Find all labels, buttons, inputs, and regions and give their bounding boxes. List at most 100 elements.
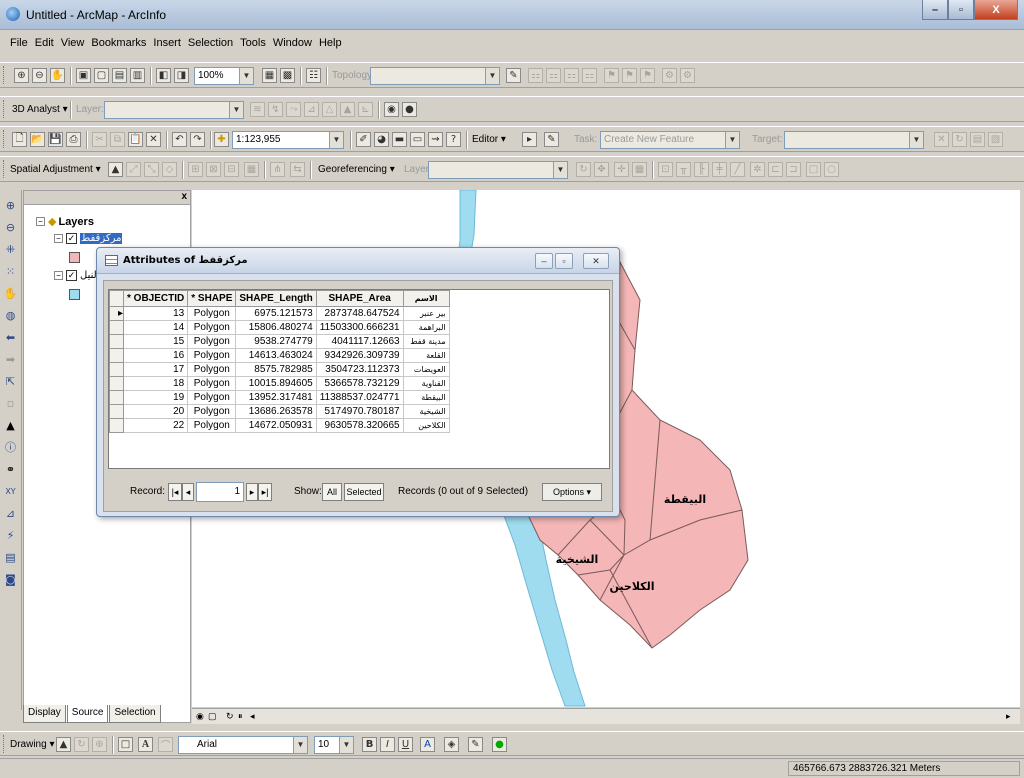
attribute-table[interactable]: * OBJECTID * SHAPE SHAPE_Length SHAPE_Ar… xyxy=(108,289,610,469)
toc-close-icon[interactable]: x xyxy=(181,191,187,202)
full-extent-globe-icon[interactable]: ◍ xyxy=(3,308,18,323)
rectangle-draw-icon[interactable]: □ xyxy=(118,737,133,752)
row-selector[interactable] xyxy=(109,348,124,363)
steepest-path-icon[interactable]: ↯ xyxy=(268,102,283,117)
scroll-left-icon[interactable]: ◂ xyxy=(250,711,255,722)
georeferencing-menu[interactable]: Georeferencing ▾ xyxy=(318,164,395,175)
target-combo[interactable]: ▼ xyxy=(784,131,924,149)
table-row[interactable]: 22 Polygon 14672.050931 9630578.320665 الكلا… xyxy=(109,418,450,433)
fill-color-icon[interactable]: ◈ xyxy=(444,737,459,752)
contour-icon[interactable]: ≋ xyxy=(250,102,265,117)
3d-analyst-menu[interactable]: 3D Analyst ▾ xyxy=(12,104,68,115)
drawing-menu[interactable]: Drawing ▾ xyxy=(10,739,54,750)
profile-graph-icon[interactable]: ⊾ xyxy=(358,102,373,117)
table-row[interactable]: 15 Polygon 9538.274779 4041117.12663 مدينة ق… xyxy=(109,334,450,349)
paste-icon[interactable]: 📋 xyxy=(128,132,143,147)
attributes-minimize-button[interactable]: – xyxy=(535,253,553,269)
tool-b-icon[interactable]: ╟ xyxy=(694,162,709,177)
zoom-in-fixed-icon[interactable]: ⊕ xyxy=(14,68,29,83)
topology-tool-3-icon[interactable]: ⚏ xyxy=(564,68,579,83)
whats-this-icon[interactable]: ? xyxy=(446,132,461,147)
shift-raster-icon[interactable]: ✥ xyxy=(594,162,609,177)
rectangle-icon[interactable]: □ xyxy=(806,162,821,177)
tool-c-icon[interactable]: ╪ xyxy=(712,162,727,177)
identify-icon[interactable]: ⓘ xyxy=(3,440,18,455)
menu-edit[interactable]: Edit xyxy=(35,37,54,49)
tool-a-icon[interactable]: ╥ xyxy=(676,162,691,177)
zoom-whole-page-icon[interactable]: ⊕ xyxy=(92,737,107,752)
layout-back-icon[interactable]: ◧ xyxy=(156,68,171,83)
rotate-icon[interactable]: ↻ xyxy=(74,737,89,752)
command-line-icon[interactable]: ▭ xyxy=(410,132,425,147)
toc-layers-root[interactable]: − ◆ Layers xyxy=(36,215,94,228)
layer-visibility-checkbox[interactable]: ✓ xyxy=(66,233,77,244)
tool-f-icon[interactable]: ⊏ xyxy=(768,162,783,177)
row-selector[interactable] xyxy=(109,404,124,419)
add-control-points-icon[interactable]: ✛ xyxy=(614,162,629,177)
hyperlink-icon[interactable]: ⚡ xyxy=(3,528,18,543)
html-popup-icon[interactable]: ▤ xyxy=(3,550,18,565)
full-extent-icon[interactable]: ▣ xyxy=(76,68,91,83)
menu-help[interactable]: Help xyxy=(319,37,342,49)
topology-tool-1-icon[interactable]: ⚏ xyxy=(528,68,543,83)
editor-toolbar-icon[interactable]: ✐ xyxy=(356,132,371,147)
fixed-zoom-out-icon[interactable]: ⁙ xyxy=(3,264,18,279)
next-record-button[interactable]: ▸ xyxy=(246,483,258,501)
editor-menu[interactable]: Editor ▾ xyxy=(472,134,506,145)
modify-link-icon[interactable]: ⤡ xyxy=(144,162,159,177)
col-objectid[interactable]: * OBJECTID xyxy=(122,290,189,307)
tool-e-icon[interactable]: ✲ xyxy=(750,162,765,177)
new-document-icon[interactable]: 🗋 xyxy=(12,132,27,147)
table-row[interactable]: ▸ 13 Polygon 6975.121573 2873748.647524 بير ع… xyxy=(109,306,450,321)
options-button[interactable]: Options ▾ xyxy=(542,483,602,501)
layout-forward-icon[interactable]: ◨ xyxy=(174,68,189,83)
cut-icon[interactable]: ✂ xyxy=(92,132,107,147)
collapse-icon[interactable]: − xyxy=(36,217,45,226)
topology-tool-7-icon[interactable]: ⚑ xyxy=(640,68,655,83)
clear-selection-icon[interactable]: ▫ xyxy=(3,396,18,411)
open-icon[interactable]: 📂 xyxy=(30,132,45,147)
record-number-input[interactable]: 1 xyxy=(196,482,244,502)
undo-icon[interactable]: ↶ xyxy=(172,132,187,147)
rotate-tool-icon[interactable]: ↻ xyxy=(952,132,967,147)
line-color-icon[interactable]: ✎ xyxy=(468,737,483,752)
layer-markaz-label[interactable]: مركزقفط xyxy=(80,233,123,244)
font-combo[interactable]: Arial ▼ xyxy=(178,736,308,754)
col-shape[interactable]: * SHAPE xyxy=(187,290,237,307)
time-slider-icon[interactable]: ◙ xyxy=(3,572,18,587)
table-row[interactable]: 19 Polygon 13952.317481 11388537.024771 البي… xyxy=(109,390,450,405)
layout-icon[interactable]: ▤ xyxy=(112,68,127,83)
fixed-zoom-in-icon[interactable]: ⁜ xyxy=(3,242,18,257)
col-shape-area[interactable]: SHAPE_Area xyxy=(315,290,404,307)
split-tool-icon[interactable]: ✕ xyxy=(934,132,949,147)
row-selector[interactable] xyxy=(109,362,124,377)
pause-drawing-icon[interactable]: ⏸ xyxy=(238,711,243,722)
layer-visibility-checkbox[interactable]: ✓ xyxy=(66,270,77,281)
page-icon[interactable]: ▥ xyxy=(130,68,145,83)
col-shape-length[interactable]: SHAPE_Length xyxy=(235,290,317,307)
multi-displacement-icon[interactable]: ◇ xyxy=(162,162,177,177)
topology-tool-8-icon[interactable]: ⚙ xyxy=(662,68,677,83)
maximize-button[interactable]: ▫ xyxy=(948,0,974,20)
3d-layer-combo[interactable]: ▼ xyxy=(104,101,244,119)
text-tool-icon[interactable]: A xyxy=(138,737,153,752)
measure-icon[interactable]: ⊿ xyxy=(3,506,18,521)
focus-frame-icon[interactable]: ▩ xyxy=(280,68,295,83)
topology-tool-5-icon[interactable]: ⚑ xyxy=(604,68,619,83)
tab-source[interactable]: Source xyxy=(66,705,109,723)
edge-match-icon[interactable]: ⋔ xyxy=(270,162,285,177)
topology-tool-4-icon[interactable]: ⚏ xyxy=(582,68,597,83)
table-row[interactable]: 14 Polygon 15806.480274 11503300.666231 البر… xyxy=(109,320,450,335)
arcglobe-icon[interactable]: ● xyxy=(402,102,417,117)
go-to-xy-icon[interactable]: XY xyxy=(3,484,18,499)
menu-bookmarks[interactable]: Bookmarks xyxy=(91,37,146,49)
topology-tool-9-icon[interactable]: ⚙ xyxy=(680,68,695,83)
row-selector[interactable] xyxy=(109,334,124,349)
select-features-icon[interactable]: ⇱ xyxy=(3,374,18,389)
attributes-titlebar[interactable]: Attributes of مركزقفط – ▫ ✕ xyxy=(97,248,619,274)
topology-tool-2-icon[interactable]: ⚏ xyxy=(546,68,561,83)
clear-limited-area-icon[interactable]: ⊟ xyxy=(224,162,239,177)
font-color-icon[interactable]: A xyxy=(420,737,435,752)
view-link-table-icon[interactable]: ▦ xyxy=(244,162,259,177)
layout-view-icon[interactable]: ▢ xyxy=(208,711,217,722)
